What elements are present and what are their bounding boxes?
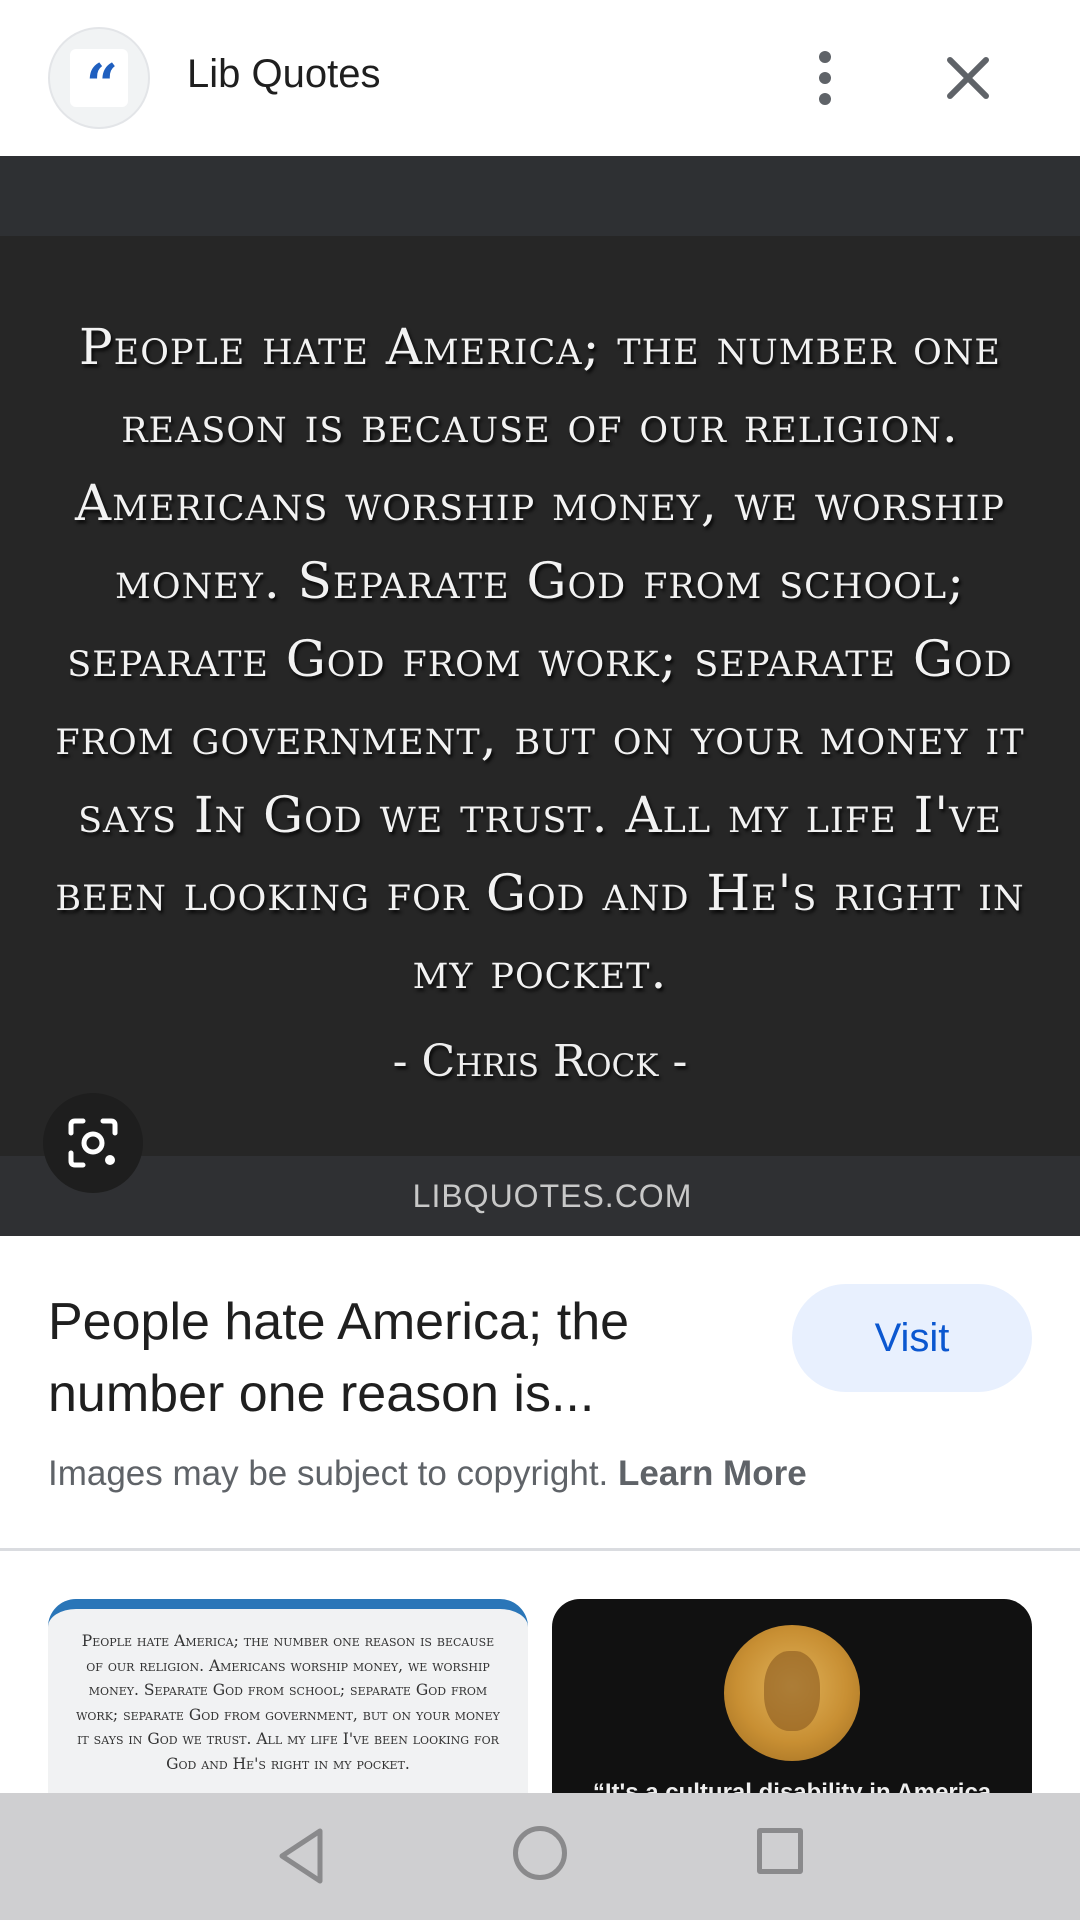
app-header: “ Lib Quotes	[0, 0, 1080, 156]
quote-mark-icon: “	[70, 49, 128, 113]
site-logo[interactable]: “	[48, 27, 150, 129]
copyright-text: Images may be subject to copyright.	[48, 1454, 609, 1493]
home-circle-icon[interactable]	[513, 1826, 567, 1880]
quote-text: People hate America; the number one reas…	[55, 318, 1025, 1000]
related-image-text: People hate America; the number one reas…	[76, 1632, 500, 1773]
image-viewer[interactable]: People hate America; the number one reas…	[0, 156, 1080, 1236]
viewer-top-band	[0, 156, 1080, 236]
more-vert-icon	[819, 51, 831, 63]
quote-source: LIBQUOTES.COM	[412, 1178, 693, 1214]
close-button[interactable]	[938, 48, 998, 108]
learn-more-link[interactable]: Learn More	[618, 1454, 807, 1493]
back-triangle-icon	[279, 1828, 323, 1884]
site-name[interactable]: Lib Quotes	[187, 52, 380, 97]
related-image-card[interactable]: “It's a cultural disability in America	[552, 1599, 1032, 1793]
related-image-card[interactable]: People hate America; the number one reas…	[48, 1599, 528, 1793]
result-info: People hate America; the number one reas…	[0, 1236, 1080, 1548]
nav-back-button[interactable]	[270, 1823, 336, 1889]
google-lens-button[interactable]	[43, 1093, 143, 1193]
portrait-image	[724, 1625, 860, 1761]
google-lens-icon	[68, 1118, 118, 1168]
section-divider	[0, 1548, 1080, 1551]
quote-image-footer: LIBQUOTES.COM	[0, 1156, 1080, 1236]
recents-square-icon[interactable]	[757, 1828, 803, 1874]
result-title[interactable]: People hate America; the number one reas…	[48, 1286, 748, 1430]
quote-image[interactable]: People hate America; the number one reas…	[0, 236, 1080, 1156]
system-nav-bar	[0, 1793, 1080, 1920]
visit-button[interactable]: Visit	[792, 1284, 1032, 1392]
related-image-text: “It's a cultural disability in America	[592, 1779, 992, 1793]
close-icon	[947, 57, 989, 99]
quote-author: - Chris Rock -	[392, 1036, 688, 1087]
copyright-notice: Images may be subject to copyright. Lear…	[48, 1454, 807, 1494]
more-options-button[interactable]	[800, 40, 850, 116]
